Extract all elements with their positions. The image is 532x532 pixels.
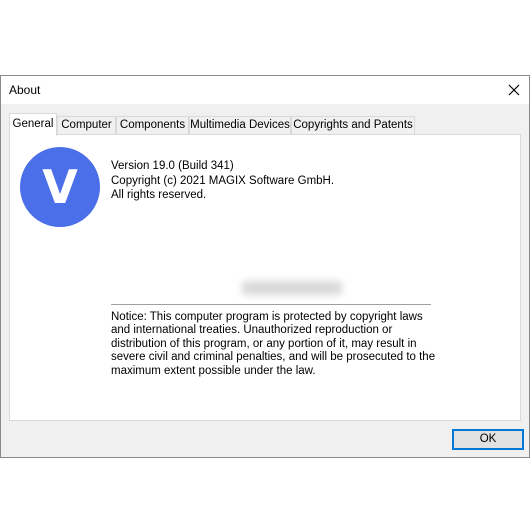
vegas-logo-icon: V <box>20 147 100 227</box>
ok-button[interactable]: OK <box>452 429 524 450</box>
copyright-text: Copyright (c) 2021 MAGIX Software GmbH. <box>111 174 335 187</box>
tab-components[interactable]: Components <box>116 116 189 135</box>
tab-general[interactable]: General <box>9 113 57 136</box>
version-info: Version 19.0 (Build 341) Copyright (c) 2… <box>111 159 334 203</box>
general-panel: V Version 19.0 (Build 341) Copyright (c)… <box>9 134 521 421</box>
close-button[interactable] <box>499 76 529 104</box>
tab-multimedia-devices[interactable]: Multimedia Devices <box>189 116 291 135</box>
tab-copyrights-and-patents[interactable]: Copyrights and Patents <box>291 116 415 135</box>
legal-notice: Notice: This computer program is protect… <box>111 311 436 377</box>
blurred-serial-number <box>242 281 342 295</box>
title-bar: About <box>1 76 529 104</box>
divider <box>111 304 431 305</box>
close-icon <box>508 84 520 96</box>
window-title: About <box>9 83 41 97</box>
rights-text: All rights reserved. <box>111 189 207 201</box>
about-dialog: About General Computer Components Multim… <box>0 75 530 458</box>
tab-computer[interactable]: Computer <box>57 116 116 135</box>
version-text: Version 19.0 (Build 341) <box>111 160 234 172</box>
